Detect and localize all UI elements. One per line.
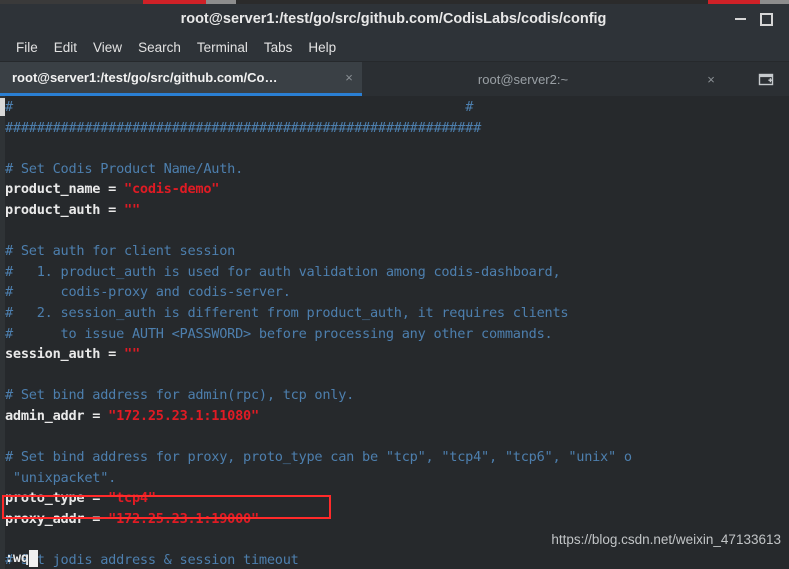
menu-item-tabs[interactable]: Tabs: [256, 38, 301, 57]
tab-bar: root@server1:/test/go/src/github.com/Co……: [0, 62, 789, 96]
terminal-line: # Set bind address for admin(rpc), tcp o…: [5, 385, 789, 406]
menu-item-file[interactable]: File: [8, 38, 46, 57]
title-bar[interactable]: root@server1:/test/go/src/github.com/Cod…: [0, 4, 789, 34]
terminal-text-segment: # Set bind address for admin(rpc), tcp o…: [5, 387, 355, 404]
new-tab-icon: [758, 73, 774, 86]
terminal-text-segment: product_auth =: [5, 201, 125, 218]
vim-command-text: :wq: [5, 550, 29, 566]
terminal-text-segment: #: [465, 99, 474, 115]
menu-item-search[interactable]: Search: [130, 38, 189, 57]
tab-close-icon[interactable]: ×: [698, 72, 724, 87]
new-tab-button[interactable]: [749, 62, 783, 96]
terminal-line: # 1. product_auth is used for auth valid…: [5, 262, 789, 283]
terminal-line: # Set Codis Product Name/Auth.: [5, 159, 789, 180]
terminal-text-segment: # Set auth for client session: [5, 243, 236, 260]
terminal-line: session_auth = "": [5, 344, 789, 365]
terminal-text-segment: session_auth =: [5, 346, 125, 363]
terminal-text-area: # # #####################################…: [5, 96, 789, 569]
terminal-text-segment: proxy_addr =: [5, 510, 109, 527]
window-title: root@server1:/test/go/src/github.com/Cod…: [180, 11, 607, 27]
menu-item-terminal[interactable]: Terminal: [189, 38, 256, 57]
terminal-line: # codis-proxy and codis-server.: [5, 282, 789, 303]
terminal-text-segment: # Set Codis Product Name/Auth.: [5, 160, 244, 177]
terminal-line: [5, 221, 789, 242]
terminal-line: # Set bind address for proxy, proto_type…: [5, 447, 789, 468]
terminal-text-segment: "172.25.23.1:19000": [108, 510, 259, 527]
terminal-text-segment: proto_type =: [5, 490, 109, 507]
terminal-line: # Set auth for client session: [5, 241, 789, 262]
terminal-line: proxy_addr = "172.25.23.1:19000": [5, 509, 789, 530]
terminal-text-segment: # codis-proxy and codis-server.: [5, 284, 291, 301]
terminal-line: product_auth = "": [5, 200, 789, 221]
terminal-line: [5, 365, 789, 386]
terminal-line: ########################################…: [5, 118, 789, 139]
terminal-screen[interactable]: # # #####################################…: [0, 96, 789, 569]
vim-status-line: :wq: [5, 548, 38, 568]
tab-close-icon[interactable]: ×: [336, 70, 362, 85]
terminal-line: proto_type = "tcp4": [5, 488, 789, 509]
terminal-line: admin_addr = "172.25.23.1:11080": [5, 406, 789, 427]
terminal-text-segment: # Set bind address for proxy, proto_type…: [5, 449, 632, 466]
tab-label: root@server2:~: [477, 71, 569, 87]
terminal-window: root@server1:/test/go/src/github.com/Cod…: [0, 4, 789, 569]
terminal-text-segment: "tcp4": [108, 490, 156, 507]
terminal-text-segment: # to issue AUTH <PASSWORD> before proces…: [5, 325, 553, 342]
terminal-text-segment: "": [124, 346, 140, 363]
terminal-line: [5, 138, 789, 159]
terminal-line: # 2. session_auth is different from prod…: [5, 303, 789, 324]
menu-item-help[interactable]: Help: [300, 38, 344, 57]
terminal-text-segment: "": [124, 201, 140, 218]
maximize-icon: [759, 12, 773, 26]
menu-item-edit[interactable]: Edit: [46, 38, 85, 57]
minimize-button[interactable]: [727, 7, 753, 31]
watermark-text: https://blog.csdn.net/weixin_47133613: [551, 532, 781, 547]
terminal-line: "unixpacket".: [5, 468, 789, 489]
tab-server2[interactable]: root@server2:~ ×: [362, 62, 724, 96]
text-cursor: [28, 549, 38, 567]
minimize-icon: [734, 18, 746, 20]
terminal-text-segment: product_name =: [5, 181, 125, 198]
terminal-text-segment: # Set jodis address & session timeout: [5, 552, 299, 569]
tab-label: root@server1:/test/go/src/github.com/Co…: [12, 70, 278, 85]
menu-item-view[interactable]: View: [85, 38, 130, 57]
terminal-line: # to issue AUTH <PASSWORD> before proces…: [5, 324, 789, 345]
terminal-text-segment: ########################################…: [5, 119, 482, 136]
terminal-line: # #: [5, 97, 789, 118]
terminal-text-segment: "codis-demo": [124, 181, 220, 198]
terminal-text-segment: # 2. session_auth is different from prod…: [5, 304, 569, 321]
tab-server1[interactable]: root@server1:/test/go/src/github.com/Co……: [0, 62, 362, 96]
terminal-line: product_name = "codis-demo": [5, 179, 789, 200]
terminal-line: [5, 427, 789, 448]
terminal-text-segment: # 1. product_auth is used for auth valid…: [5, 263, 561, 280]
menu-bar: File Edit View Search Terminal Tabs Help: [0, 34, 789, 62]
terminal-text-segment: #: [5, 99, 13, 115]
terminal-text-segment: "172.25.23.1:11080": [108, 407, 259, 424]
terminal-text-segment: "unixpacket".: [5, 469, 117, 486]
maximize-button[interactable]: [753, 7, 779, 31]
terminal-line: # Set jodis address & session timeout: [5, 550, 789, 569]
terminal-text-segment: admin_addr =: [5, 407, 109, 424]
